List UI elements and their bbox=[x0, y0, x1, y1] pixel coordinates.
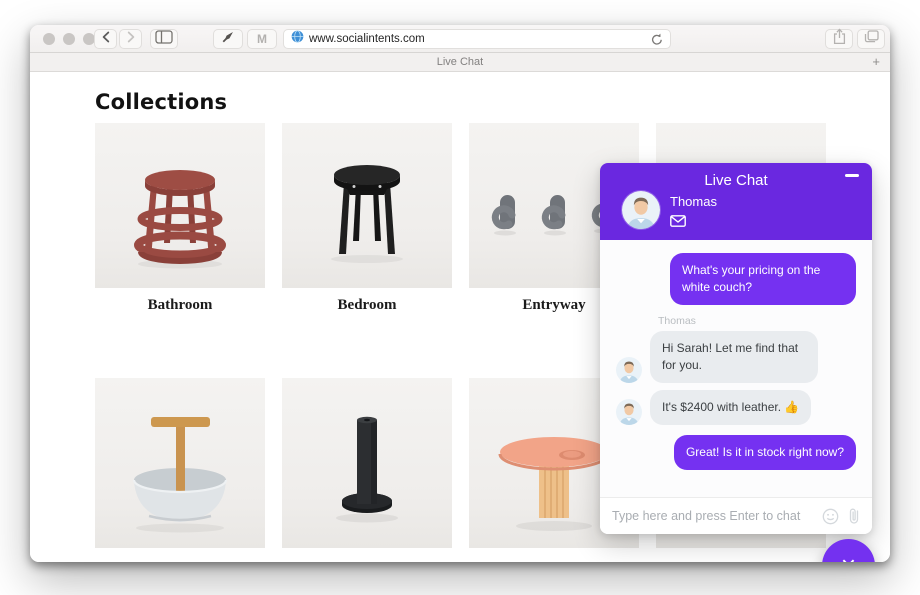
m-extension-button[interactable]: M bbox=[247, 29, 277, 49]
window-controls[interactable] bbox=[43, 33, 95, 45]
refresh-icon[interactable] bbox=[651, 33, 663, 46]
sidebar-toggle-button[interactable] bbox=[150, 29, 178, 49]
agent-avatar-small bbox=[616, 399, 642, 426]
chat-title: Live Chat bbox=[704, 172, 768, 189]
new-tab-button[interactable]: + bbox=[872, 54, 880, 69]
chat-message-input[interactable] bbox=[612, 509, 813, 523]
tabs-icon bbox=[864, 30, 879, 48]
agent-message-row: It's $2400 with leather. 👍 bbox=[616, 390, 856, 426]
chat-close-launcher-button[interactable]: × bbox=[822, 539, 875, 562]
tab-bar: Live Chat + bbox=[30, 53, 890, 72]
chevron-left-icon bbox=[101, 30, 111, 48]
collection-image-bathroom[interactable] bbox=[95, 123, 265, 288]
agent-avatar bbox=[622, 191, 660, 229]
minimize-window-icon[interactable] bbox=[63, 33, 75, 45]
tab-overview-button[interactable] bbox=[857, 29, 885, 49]
agent-avatar-small bbox=[616, 357, 642, 384]
product-image-candleholder[interactable] bbox=[282, 378, 452, 548]
chat-input-bar bbox=[600, 497, 872, 534]
collection-image-bedroom[interactable] bbox=[282, 123, 452, 288]
browser-toolbar: M www.socialintents.com bbox=[30, 25, 890, 53]
email-icon[interactable] bbox=[670, 214, 686, 232]
chat-messages: What's your pricing on the white couch? … bbox=[600, 240, 872, 497]
globe-favicon bbox=[291, 30, 304, 48]
agent-message-row: Hi Sarah! Let me find that for you. bbox=[616, 331, 856, 384]
emoji-icon[interactable] bbox=[822, 508, 839, 525]
sidebar-icon bbox=[155, 29, 173, 49]
browser-window: M www.socialintents.com Live Chat + Coll… bbox=[30, 25, 890, 562]
minimize-icon[interactable] bbox=[845, 174, 859, 177]
tab-live-chat[interactable]: Live Chat bbox=[437, 56, 483, 68]
dart-icon bbox=[220, 29, 236, 50]
forward-button[interactable] bbox=[119, 29, 142, 49]
close-window-icon[interactable] bbox=[43, 33, 55, 45]
visitor-message: What's your pricing on the white couch? bbox=[670, 253, 856, 306]
collection-label: Bathroom bbox=[147, 297, 213, 313]
page-content: Collections Bathroom Bedroom Entryway Li… bbox=[30, 72, 890, 562]
agent-message: It's $2400 with leather. 👍 bbox=[650, 390, 812, 426]
address-bar[interactable]: www.socialintents.com bbox=[283, 29, 671, 49]
collection-label: Bedroom bbox=[337, 297, 397, 313]
chat-header: Live Chat Thomas bbox=[600, 163, 872, 240]
agent-message: Hi Sarah! Let me find that for you. bbox=[650, 331, 818, 384]
share-icon bbox=[832, 28, 847, 50]
share-button[interactable] bbox=[825, 28, 853, 50]
product-image-bowl[interactable] bbox=[95, 378, 265, 548]
visitor-message: Great! Is it in stock right now? bbox=[673, 435, 856, 471]
url-text: www.socialintents.com bbox=[309, 33, 425, 45]
agent-name: Thomas bbox=[670, 194, 717, 209]
m-extension-icon: M bbox=[257, 32, 267, 46]
live-chat-widget: Live Chat Thomas What's your pricing on … bbox=[600, 163, 872, 534]
agent-sender-label: Thomas bbox=[658, 315, 696, 328]
dart-extension-button[interactable] bbox=[213, 29, 243, 49]
close-icon: × bbox=[841, 550, 856, 562]
attachment-icon[interactable] bbox=[848, 507, 860, 525]
back-button[interactable] bbox=[94, 29, 117, 49]
page-title: Collections bbox=[95, 90, 228, 114]
chevron-right-icon bbox=[126, 30, 136, 48]
